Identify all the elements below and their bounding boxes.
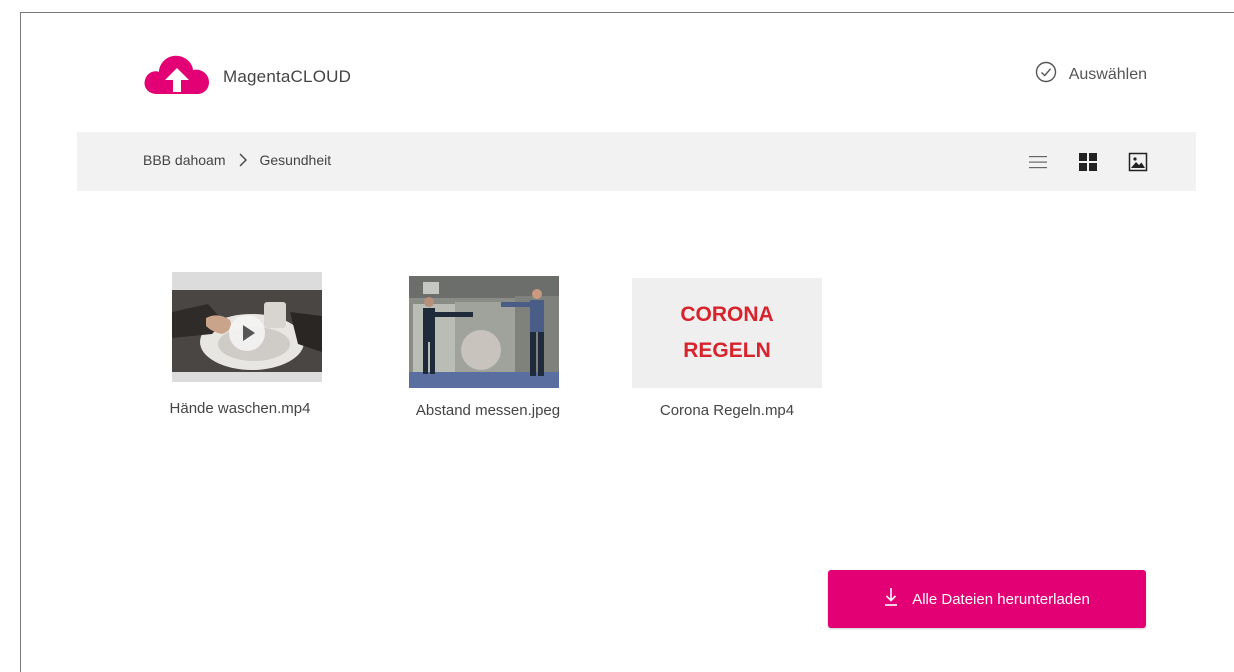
select-button[interactable]: Auswählen: [1035, 61, 1147, 88]
file-name: Hände waschen.mp4: [169, 400, 311, 417]
video-thumbnail: [172, 272, 322, 382]
video-thumbnail: CORONA REGELN: [632, 278, 822, 388]
thumbnail-text-line-1: CORONA: [680, 303, 774, 326]
play-icon[interactable]: [228, 314, 266, 357]
file-tile-haende-waschen[interactable]: Hände waschen.mp4: [150, 272, 342, 417]
photo-preview-image: [409, 276, 559, 388]
view-mode-switcher: [999, 151, 1149, 173]
toolbar: BBB dahoam Gesundheit: [77, 132, 1196, 191]
app-logo[interactable]: MagentaCLOUD: [143, 52, 351, 101]
list-view-icon[interactable]: [1027, 151, 1049, 173]
chevron-right-icon: [238, 152, 248, 168]
file-tile-abstand-messen[interactable]: Abstand messen.jpeg: [388, 276, 588, 419]
file-tile-corona-regeln[interactable]: CORONA REGELN Corona Regeln.mp4: [622, 278, 832, 419]
file-name: Corona Regeln.mp4: [659, 402, 795, 419]
select-label: Auswählen: [1068, 65, 1147, 83]
grid-view-icon[interactable]: [1077, 151, 1099, 173]
download-icon: [884, 587, 898, 611]
check-circle-icon: [1035, 61, 1057, 88]
breadcrumb: BBB dahoam Gesundheit: [143, 152, 331, 168]
breadcrumb-item-gesundheit[interactable]: Gesundheit: [260, 152, 332, 168]
download-all-button[interactable]: Alle Dateien herunterladen: [828, 570, 1146, 628]
app-name: MagentaCLOUD: [223, 66, 352, 86]
gallery-view-icon[interactable]: [1127, 151, 1149, 173]
image-thumbnail: [409, 276, 559, 388]
breadcrumb-item-bbb-dahoam[interactable]: BBB dahoam: [143, 152, 226, 168]
file-name: Abstand messen.jpeg: [415, 402, 561, 419]
cloud-upload-icon: [143, 52, 211, 101]
download-all-label: Alle Dateien herunterladen: [912, 590, 1090, 608]
thumbnail-text-line-2: REGELN: [683, 339, 771, 362]
